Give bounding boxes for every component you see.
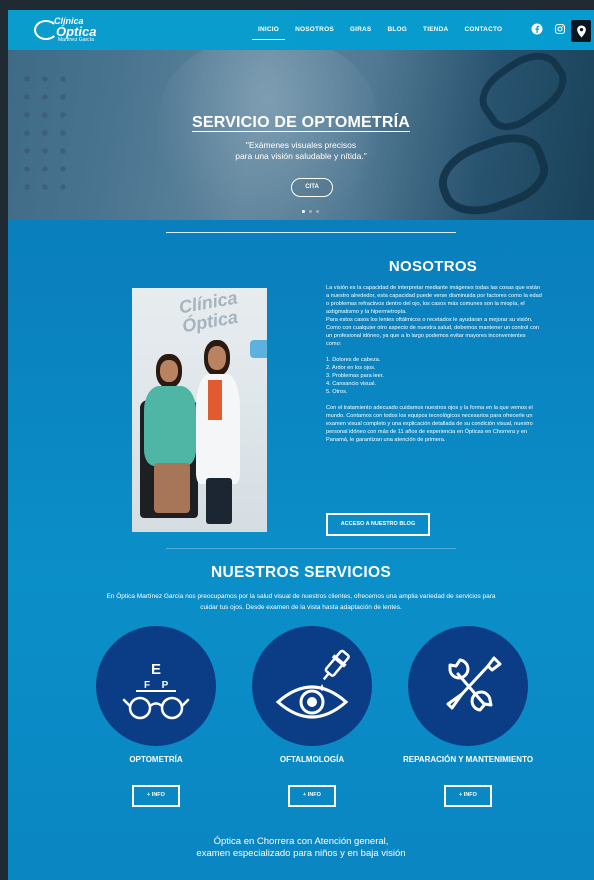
reparacion-circle[interactable] bbox=[408, 626, 528, 746]
reparacion-label: REPARACIÓN Y MANTENIMIENTO bbox=[402, 755, 534, 764]
servicios-title: NUESTROS SERVICIOS bbox=[211, 564, 391, 581]
nosotros-list-item: 3. Problemas para leer. bbox=[326, 373, 384, 379]
cita-button[interactable]: CITA bbox=[291, 178, 333, 197]
nosotros-paragraph: Para estos casos los lentes oftálmicos o… bbox=[326, 317, 539, 347]
page-frame: Clínica Óptica Martínez García INICIO NO… bbox=[8, 10, 594, 880]
divider bbox=[166, 548, 456, 550]
wrench-screwdriver-icon bbox=[446, 656, 502, 712]
optometria-circle[interactable]: E F P bbox=[96, 626, 216, 746]
nav-item-contacto[interactable]: CONTACTO bbox=[456, 26, 510, 38]
photo-person bbox=[144, 386, 196, 466]
nosotros-title: NOSOTROS bbox=[388, 258, 478, 275]
reparacion-info-button[interactable]: + INFO bbox=[444, 785, 492, 807]
facebook-icon[interactable] bbox=[530, 22, 544, 36]
photo-person bbox=[154, 463, 190, 513]
eye-chart-letter-p: P bbox=[162, 680, 169, 691]
eye-chart-letter-e: E bbox=[151, 661, 161, 678]
oftalmologia-circle[interactable] bbox=[252, 626, 372, 746]
hero-title-text: SERVICIO DE OPTOMETRÍA bbox=[191, 114, 411, 132]
nav-item-giras[interactable]: GIRAS bbox=[342, 26, 380, 38]
team-photo: Clínica Óptica bbox=[132, 288, 267, 532]
hero-title: SERVICIO DE OPTOMETRÍA bbox=[8, 114, 594, 132]
hero-slider: SERVICIO DE OPTOMETRÍA "Exámenes visuale… bbox=[8, 50, 594, 220]
photo-person bbox=[208, 380, 222, 420]
nosotros-list-item: 4. Cansancio visual. bbox=[326, 381, 377, 387]
location-pin-icon[interactable] bbox=[571, 20, 591, 42]
eye-dropper-icon bbox=[275, 649, 350, 719]
photo-person bbox=[160, 360, 178, 382]
nav-item-nosotros[interactable]: NOSOTROS bbox=[287, 26, 342, 38]
blog-access-button[interactable]: ACCESO A NUESTRO BLOG bbox=[326, 513, 430, 536]
footer-line1: Óptica en Chorrera con Atención general, bbox=[213, 836, 389, 847]
hero-subtitle: "Exámenes visuales precisos para una vis… bbox=[8, 140, 594, 162]
hero-pager-dot[interactable] bbox=[309, 210, 312, 213]
hero-subtitle-line2: para una visión saludable y nítida." bbox=[235, 151, 367, 161]
hero-subtitle-line1: "Exámenes visuales precisos bbox=[245, 140, 357, 150]
nosotros-list-item: 5. Otros. bbox=[326, 389, 348, 395]
nav-item-tienda[interactable]: TIENDA bbox=[415, 26, 456, 38]
oftalmologia-info-button[interactable]: + INFO bbox=[288, 785, 336, 807]
nav-item-blog[interactable]: BLOG bbox=[379, 26, 415, 38]
nav-item-inicio[interactable]: INICIO bbox=[250, 26, 287, 40]
hero-pager-dot[interactable] bbox=[302, 210, 305, 213]
hero-pager-dot[interactable] bbox=[316, 210, 319, 213]
divider bbox=[166, 232, 456, 234]
photo-sign-accent bbox=[250, 340, 267, 358]
site-logo[interactable]: Clínica Óptica Martínez García bbox=[34, 16, 112, 46]
main-nav: INICIO NOSOTROS GIRAS BLOG TIENDA CONTAC… bbox=[250, 26, 510, 40]
eye-chart-glasses-icon: E F P bbox=[122, 661, 190, 720]
nosotros-paragraph: La visión es la capacidad de interpretar… bbox=[326, 285, 542, 315]
logo-line3: Martínez García bbox=[58, 37, 94, 43]
instagram-icon[interactable] bbox=[553, 22, 567, 36]
oftalmologia-label: OFTALMOLOGÍA bbox=[279, 755, 345, 764]
optometria-label: OPTOMETRÍA bbox=[129, 755, 183, 764]
hero-pager bbox=[302, 210, 319, 213]
site-header: Clínica Óptica Martínez García INICIO NO… bbox=[8, 10, 594, 50]
nosotros-list-item: 1. Dolores de cabeza. bbox=[326, 357, 381, 363]
servicios-description: En Óptica Martínez García nos preocupamo… bbox=[106, 593, 496, 611]
footer-line2: examen especializado para niños y en baj… bbox=[196, 848, 406, 859]
nosotros-paragraph: Con el tratamiento adecuado cuidamos nue… bbox=[326, 405, 533, 443]
nosotros-text: La visión es la capacidad de interpretar… bbox=[326, 284, 542, 444]
footer-tagline: Óptica en Chorrera con Atención general,… bbox=[8, 836, 594, 860]
eye-chart-letter-f: F bbox=[144, 680, 150, 691]
photo-person bbox=[206, 478, 232, 524]
optometria-info-button[interactable]: + INFO bbox=[132, 785, 180, 807]
photo-person bbox=[208, 346, 226, 370]
nosotros-list-item: 2. Ardor en los ojos. bbox=[326, 365, 376, 371]
